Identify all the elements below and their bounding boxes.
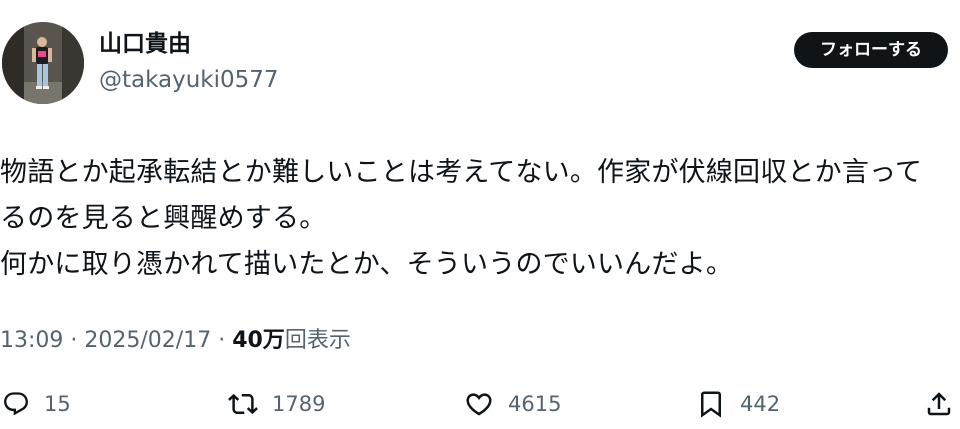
bookmark-count: 442 — [740, 392, 781, 416]
tweet-text: 物語とか起承転結とか難しいことは考えてない。作家が伏線回収とか言って るのを見る… — [0, 150, 958, 288]
avatar[interactable] — [2, 22, 84, 104]
share-icon — [927, 392, 951, 416]
tweet-text-line: 物語とか起承転結とか難しいことは考えてない。作家が伏線回収とか言って — [0, 157, 923, 188]
user-handle[interactable]: @takayuki0577 — [99, 66, 279, 94]
meta-separator: · — [211, 328, 233, 353]
tweet-time[interactable]: 13:09 — [0, 328, 63, 353]
tweet-card: 山口貴由 @takayuki0577 フォローする 物語とか起承転結とか難しいこ… — [0, 0, 960, 429]
display-name[interactable]: 山口貴由 — [99, 30, 191, 58]
reply-icon — [4, 392, 28, 416]
like-count: 4615 — [508, 392, 562, 416]
views-count: 40万 — [232, 328, 285, 353]
meta-separator: · — [63, 328, 85, 353]
tweet-meta: 13:09 · 2025/02/17 · 40万回表示 — [0, 326, 351, 356]
reply-count: 15 — [44, 392, 71, 416]
tweet-text-line: 何かに取り憑かれて描いたとか、そういうのでいいんだよ。 — [0, 249, 734, 280]
views-label: 回表示 — [284, 328, 351, 353]
share-button[interactable] — [924, 386, 954, 422]
heart-icon — [466, 393, 492, 416]
retweet-button[interactable]: 1789 — [228, 386, 325, 422]
like-button[interactable]: 4615 — [464, 386, 561, 422]
bookmark-button[interactable]: 442 — [696, 386, 780, 422]
action-bar: 15 1789 4615 442 — [0, 386, 960, 422]
tweet-date[interactable]: 2025/02/17 — [84, 328, 211, 353]
retweet-icon — [228, 393, 258, 415]
bookmark-icon — [701, 391, 721, 418]
tweet-text-line: るのを見ると興醒めする。 — [0, 203, 327, 234]
retweet-count: 1789 — [272, 392, 326, 416]
avatar-photo — [2, 22, 84, 104]
follow-button[interactable]: フォローする — [794, 32, 948, 68]
reply-button[interactable]: 15 — [2, 386, 71, 422]
